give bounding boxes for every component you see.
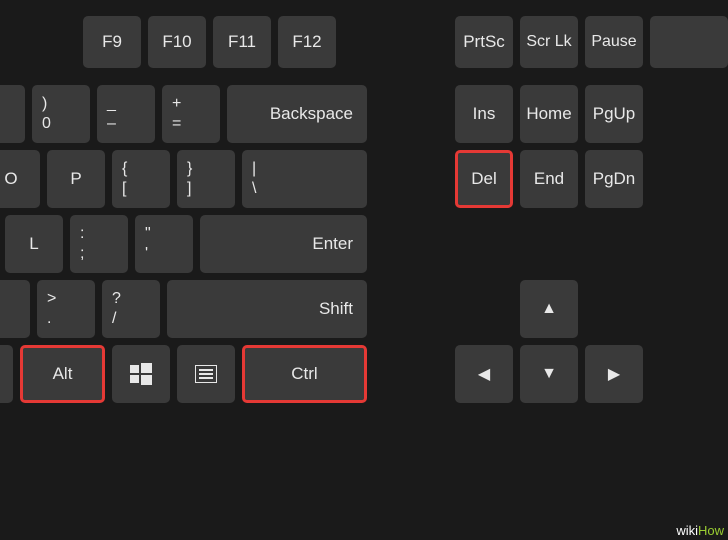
key-windows[interactable] xyxy=(112,345,170,403)
key-arrow-up[interactable]: ▲ xyxy=(520,280,578,338)
key-lbracket-bot: [ xyxy=(122,179,126,199)
key-period[interactable]: > . xyxy=(37,280,95,338)
key-home[interactable]: Home xyxy=(520,85,578,143)
key-lbracket[interactable]: { [ xyxy=(112,150,170,208)
key-arrow-right[interactable]: ▶ xyxy=(585,345,643,403)
key-slash-top: ? xyxy=(112,289,121,309)
key-slash[interactable]: ? / xyxy=(102,280,160,338)
key-arrow-down[interactable]: ▼ xyxy=(520,345,578,403)
key-9[interactable]: ) 9 xyxy=(0,85,25,143)
key-slash-bot: / xyxy=(112,309,116,329)
key-f12[interactable]: F12 xyxy=(278,16,336,68)
key-rbracket-bot: ] xyxy=(187,179,191,199)
key-partial-comma[interactable] xyxy=(0,280,30,338)
key-0-top: ) xyxy=(42,94,47,114)
key-partial-right-fn[interactable] xyxy=(650,16,728,68)
key-minus-bot: – xyxy=(107,114,116,134)
key-o[interactable]: O xyxy=(0,150,40,208)
key-period-top: > xyxy=(47,289,56,309)
key-partial-bottom-left[interactable] xyxy=(0,345,13,403)
key-backspace[interactable]: Backspace xyxy=(227,85,367,143)
key-equal-top: + xyxy=(172,94,181,114)
key-del[interactable]: Del xyxy=(455,150,513,208)
key-rbracket-top: } xyxy=(187,159,192,179)
key-quote-bot: ' xyxy=(145,244,148,264)
key-0[interactable]: ) 0 xyxy=(32,85,90,143)
key-arrow-left[interactable]: ◀ xyxy=(455,345,513,403)
key-pause[interactable]: Pause xyxy=(585,16,643,68)
key-quote[interactable]: " ' xyxy=(135,215,193,273)
key-l[interactable]: L xyxy=(5,215,63,273)
key-ins[interactable]: Ins xyxy=(455,85,513,143)
key-semicolon-bot: ; xyxy=(80,244,84,264)
key-f10[interactable]: F10 xyxy=(148,16,206,68)
menu-icon xyxy=(195,365,217,383)
watermark-prefix: wiki xyxy=(676,523,698,538)
key-backslash[interactable]: | \ xyxy=(242,150,367,208)
key-equal[interactable]: + = xyxy=(162,85,220,143)
key-equal-bot: = xyxy=(172,114,181,134)
key-pgdn[interactable]: PgDn xyxy=(585,150,643,208)
key-shift[interactable]: Shift xyxy=(167,280,367,338)
key-pgup[interactable]: PgUp xyxy=(585,85,643,143)
key-semicolon-top: : xyxy=(80,224,84,244)
key-ctrl[interactable]: Ctrl xyxy=(242,345,367,403)
key-rbracket[interactable]: } ] xyxy=(177,150,235,208)
key-period-bot: . xyxy=(47,309,51,329)
key-minus-top: _ xyxy=(107,94,116,114)
windows-icon xyxy=(130,363,152,385)
key-backslash-top: | xyxy=(252,159,256,179)
key-menu[interactable] xyxy=(177,345,235,403)
watermark: wikiHow xyxy=(676,523,724,538)
key-enter[interactable]: Enter xyxy=(200,215,367,273)
key-alt[interactable]: Alt xyxy=(20,345,105,403)
key-backslash-bot: \ xyxy=(252,179,256,199)
key-lbracket-top: { xyxy=(122,159,127,179)
key-quote-top: " xyxy=(145,224,151,244)
key-f11[interactable]: F11 xyxy=(213,16,271,68)
watermark-suffix: How xyxy=(698,523,724,538)
key-semicolon[interactable]: : ; xyxy=(70,215,128,273)
key-p[interactable]: P xyxy=(47,150,105,208)
key-prtsc[interactable]: PrtSc xyxy=(455,16,513,68)
key-0-bot: 0 xyxy=(42,114,51,134)
key-scrlk[interactable]: Scr Lk xyxy=(520,16,578,68)
key-f9[interactable]: F9 xyxy=(83,16,141,68)
key-minus[interactable]: _ – xyxy=(97,85,155,143)
key-end[interactable]: End xyxy=(520,150,578,208)
